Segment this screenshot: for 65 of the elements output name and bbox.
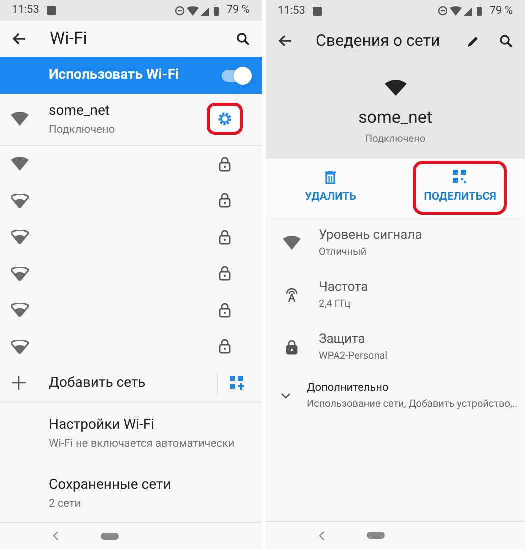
lock-icon	[286, 340, 298, 354]
add-icon	[12, 376, 26, 390]
trash-icon	[325, 170, 336, 184]
back-arrow-icon[interactable]	[278, 34, 292, 48]
wifi-signal-icon	[11, 157, 29, 172]
settings-item[interactable]: Сохраненные сети 2 сети	[0, 462, 262, 522]
add-network-label[interactable]: Добавить сеть	[26, 372, 217, 394]
delete-button[interactable]: УДАЛИТЬ	[294, 162, 368, 214]
status-time: 11:53	[278, 2, 306, 19]
network-status: Подключено	[365, 132, 426, 146]
image-icon	[313, 6, 322, 16]
wifi-signal-icon	[283, 236, 301, 250]
screen-title: Wi-Fi	[50, 28, 88, 50]
detail-value: WPA2-Personal	[319, 350, 388, 364]
network-name: some_net	[358, 107, 433, 130]
wifi-large-icon	[384, 80, 406, 96]
wifi-switch[interactable]	[222, 70, 250, 82]
settings-icon[interactable]	[217, 111, 233, 128]
chevron-down-icon[interactable]	[281, 393, 291, 399]
lock-icon	[219, 266, 231, 282]
wifi-signal-icon	[11, 194, 29, 208]
qr-code-icon	[453, 170, 468, 184]
wifi-signal-icon	[11, 303, 29, 318]
lock-icon	[219, 230, 231, 245]
wifi-signal-icon	[11, 340, 29, 354]
edit-pencil-icon[interactable]	[467, 34, 480, 48]
wifi-toggle-bar[interactable]: Использовать Wi-Fi	[0, 57, 262, 94]
share-button[interactable]: ПОДЕЛИТЬСЯ	[413, 161, 508, 215]
settings-title: Настройки Wi-Fi	[49, 416, 156, 436]
status-time: 11:53	[12, 2, 40, 18]
detail-title: Дополнительно	[307, 380, 390, 396]
settings-subtitle: 2 сети	[49, 496, 82, 512]
wifi-signal-icon	[11, 230, 29, 244]
detail-title: Частота	[319, 278, 368, 297]
screen-title: Сведения о сети	[315, 30, 442, 52]
antenna-icon	[284, 287, 300, 303]
image-icon	[47, 6, 56, 16]
battery-level: 79 %	[490, 2, 513, 19]
detail-value: Использование сети, Добавить устройство,..	[307, 398, 518, 412]
back-nav-icon[interactable]	[52, 531, 60, 542]
battery-level: 79 %	[226, 2, 250, 18]
lock-icon	[219, 339, 231, 354]
lock-icon	[219, 156, 231, 172]
wifi-toggle-label: Использовать Wi-Fi	[49, 66, 180, 86]
wifi-signal-icon	[11, 112, 29, 126]
network-status: Подключено	[49, 122, 116, 138]
home-pill[interactable]	[101, 532, 119, 540]
wifi-signal-icon	[11, 266, 29, 281]
qr-add-icon	[230, 376, 244, 390]
detail-value: 2,4 ГГц	[319, 298, 352, 312]
home-pill[interactable]	[367, 532, 385, 539]
back-nav-icon[interactable]	[318, 530, 326, 540]
network-name: some_net	[49, 102, 111, 121]
search-icon[interactable]	[500, 34, 513, 48]
network-row[interactable]: some_net Подключено	[0, 94, 262, 145]
detail-title: Уровень сигнала	[319, 226, 422, 245]
detail-title: Защита	[319, 330, 366, 349]
settings-item[interactable]: Настройки Wi-Fi Wi-Fi не включается автоматически	[0, 403, 262, 463]
settings-subtitle: Wi-Fi не включается автоматически	[49, 436, 236, 452]
lock-icon	[219, 193, 231, 208]
back-arrow-icon[interactable]	[12, 32, 26, 46]
lock-icon	[219, 302, 231, 318]
detail-value: Отличный	[319, 246, 368, 260]
settings-title: Сохраненные сети	[49, 476, 172, 495]
search-icon[interactable]	[237, 32, 250, 46]
